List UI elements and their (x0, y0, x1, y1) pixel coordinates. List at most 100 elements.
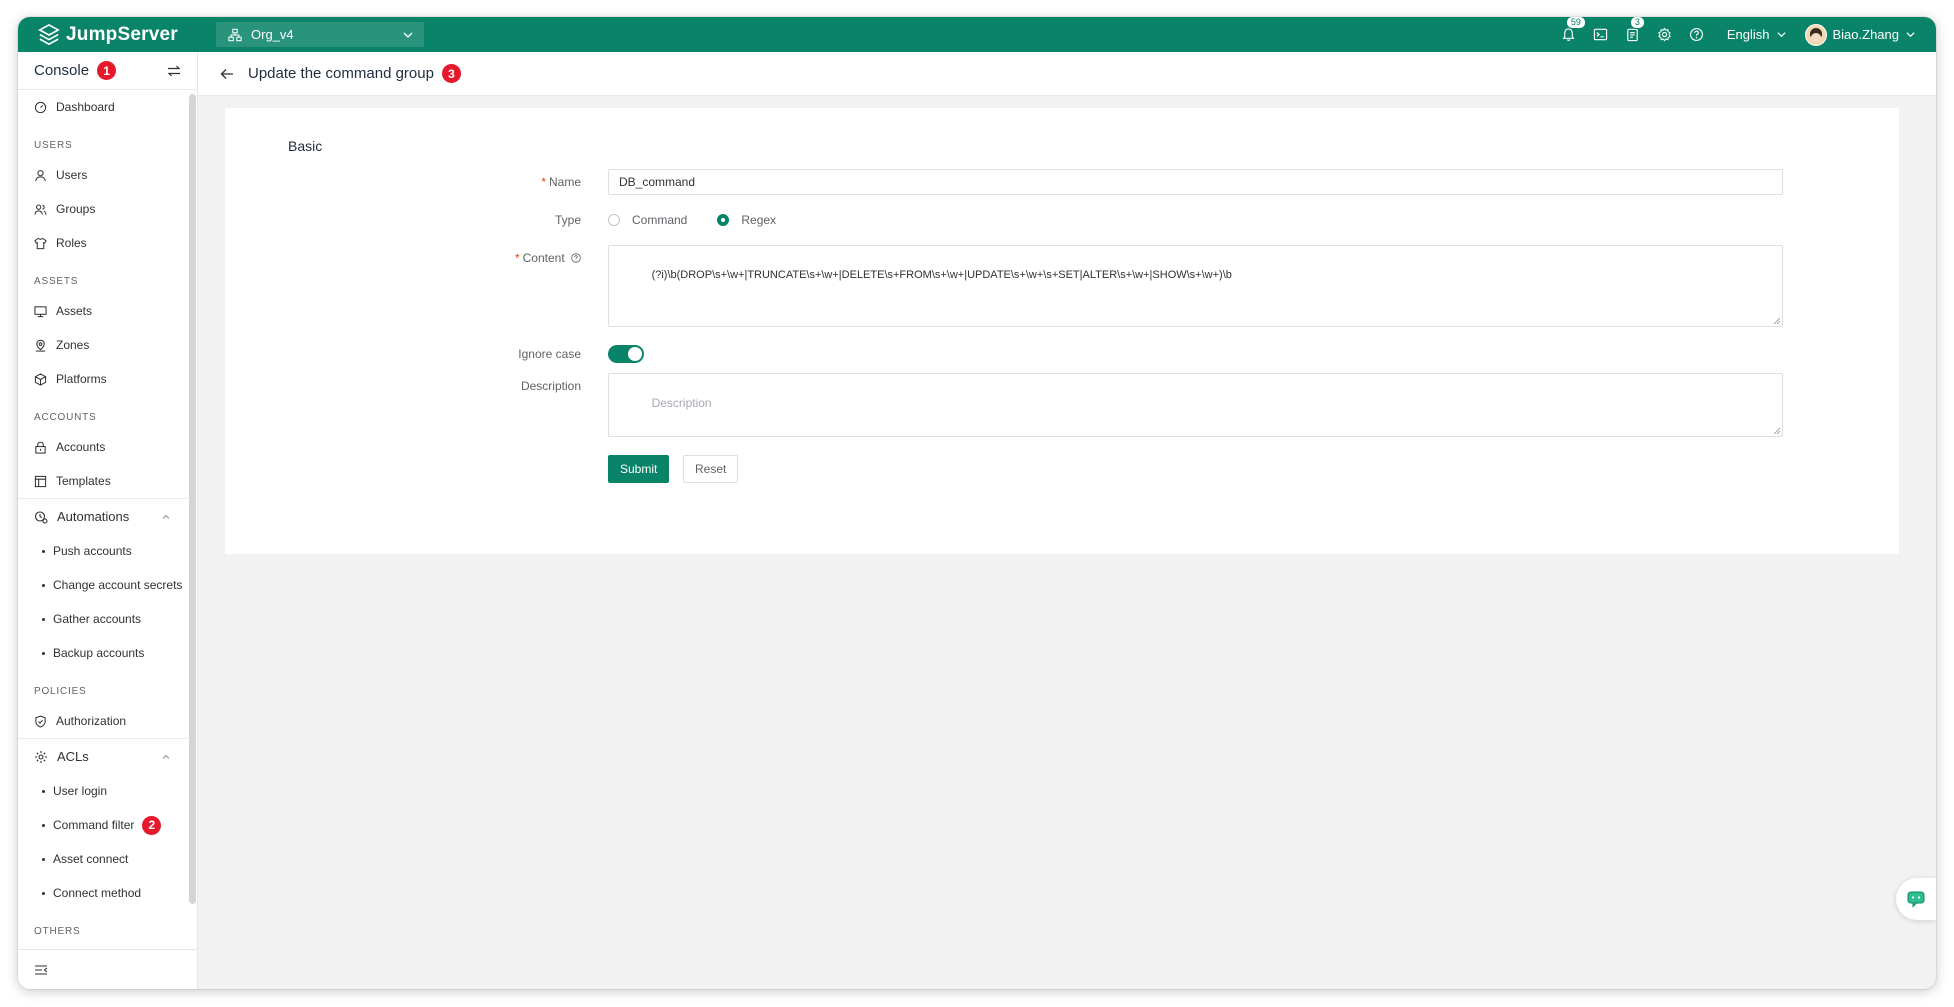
sidebar-item-change-secrets[interactable]: Change account secrets (18, 568, 197, 602)
collapse-menu-icon[interactable] (34, 963, 48, 977)
sidebar-item-assets[interactable]: Assets (18, 294, 197, 328)
required-marker: * (541, 175, 546, 189)
sidebar-item-accounts[interactable]: Accounts (18, 430, 197, 464)
user-icon (35, 169, 46, 181)
step-badge-3: 3 (441, 64, 461, 83)
chevron-down-icon (1906, 32, 1915, 38)
sidebar-item-roles[interactable]: Roles (18, 226, 197, 260)
page-title: Update the command group (248, 65, 434, 82)
name-input[interactable] (608, 169, 1783, 195)
help-icon[interactable] (571, 253, 581, 263)
sidebar-item-zones[interactable]: Zones (18, 328, 197, 362)
sidebar-menu: Dashboard USERS Users Groups Roles ASSET… (18, 90, 197, 949)
ignore-case-switch[interactable] (608, 345, 644, 363)
resize-handle-icon[interactable] (1773, 317, 1781, 325)
sidebar-item-dashboard[interactable]: Dashboard (18, 90, 197, 124)
sidebar-footer (18, 949, 197, 989)
org-selector[interactable]: Org_v4 (216, 22, 424, 47)
sidebar-item-connect-method[interactable]: Connect method (18, 876, 197, 910)
help-button[interactable] (1688, 26, 1706, 44)
step-badge-1: 1 (97, 61, 117, 80)
clipboard-icon (1627, 28, 1639, 42)
app-name: JumpServer (66, 23, 178, 45)
username: Biao.Zhang (1832, 27, 1900, 42)
chevron-down-icon (1776, 32, 1786, 38)
sidebar-item-groups[interactable]: Groups (18, 192, 197, 226)
chat-assistant-button[interactable] (1896, 878, 1936, 920)
notifications-button[interactable]: 59 (1560, 17, 1586, 44)
sidebar-item-authorization[interactable]: Authorization (18, 704, 197, 738)
location-icon (35, 339, 46, 352)
switch-view-icon[interactable] (166, 63, 182, 79)
name-row: * Name (225, 169, 1899, 195)
org-name: Org_v4 (251, 27, 294, 42)
sidebar-group-automations[interactable]: Automations (18, 498, 197, 534)
sidebar-item-templates[interactable]: Templates (18, 464, 197, 498)
required-marker: * (514, 251, 520, 265)
question-circle-icon (1690, 28, 1704, 41)
type-radio-regex[interactable]: Regex (717, 213, 776, 227)
web-terminal-button[interactable] (1592, 26, 1610, 44)
tasks-button[interactable]: 3 (1624, 17, 1645, 44)
gear-icon (1658, 27, 1672, 42)
section-heading-assets: ASSETS (34, 275, 79, 287)
jumpserver-logo-icon (38, 23, 60, 45)
section-heading-policies: POLICIES (34, 685, 87, 697)
notifications-count: 59 (1565, 17, 1586, 29)
radio-circle (608, 214, 620, 226)
content-textarea[interactable]: (?i)\b(DROP\s+\w+|TRUNCATE\s+\w+|DELETE\… (608, 245, 1783, 327)
description-textarea[interactable]: Description (608, 373, 1783, 437)
type-radio-command[interactable]: Command (608, 213, 687, 227)
chevron-down-icon (403, 32, 413, 38)
description-label: Description (520, 379, 581, 393)
sidebar-item-command-filter[interactable]: Command filter 2 (18, 808, 197, 842)
sidebar-item-backup-accounts[interactable]: Backup accounts (18, 636, 197, 670)
radio-circle-checked (717, 214, 730, 226)
language-selector[interactable]: English (1727, 27, 1787, 42)
sidebar-item-users[interactable]: Users (18, 158, 197, 192)
chat-bubble-icon (1907, 891, 1925, 908)
content-label: Content (522, 251, 565, 265)
sidebar-item-platforms[interactable]: Platforms (18, 362, 197, 396)
app-window: JumpServer Org_v4 59 3 English Biao.Zhan… (18, 17, 1936, 989)
form-card: Basic *Name Type Command Regex (225, 108, 1899, 554)
terminal-icon (1594, 28, 1608, 41)
resize-handle-icon[interactable] (1773, 427, 1781, 435)
type-radio-group: Command Regex (608, 207, 1783, 233)
reset-button[interactable]: Reset (682, 455, 739, 483)
back-arrow-icon[interactable] (220, 67, 234, 81)
organization-icon (228, 28, 242, 41)
sidebar-scrollbar[interactable] (189, 94, 196, 904)
settings-button[interactable] (1656, 26, 1674, 44)
dashboard-icon (34, 101, 47, 113)
section-title-basic: Basic (288, 138, 323, 154)
user-group-icon (34, 204, 47, 215)
bell-icon (1562, 28, 1575, 41)
sidebar: Console 1 Dashboard USERS Users Groups R… (18, 52, 198, 989)
shield-icon (35, 715, 46, 728)
type-row: Type Command Regex (225, 207, 1899, 233)
ignore-case-label: Ignore case (518, 347, 581, 361)
section-heading-accounts: ACCOUNTS (34, 411, 97, 423)
content-row: * Content (?i)\b(DROP\s+\w+|TRUNCATE\s+\w… (225, 245, 1899, 327)
sidebar-item-asset-connect[interactable]: Asset connect (18, 842, 197, 876)
sidebar-item-user-login[interactable]: User login (18, 774, 197, 808)
submit-button[interactable]: Submit (608, 455, 670, 483)
automation-icon (34, 510, 48, 524)
language-label: English (1726, 27, 1770, 42)
console-title: Console (34, 62, 90, 79)
user-menu[interactable]: Biao.Zhang (1804, 23, 1917, 46)
chevron-up-icon (162, 514, 170, 519)
monitor-icon (34, 305, 47, 317)
top-navbar: JumpServer Org_v4 59 3 English Biao.Zhan… (18, 17, 1936, 52)
shirt-icon (34, 237, 47, 249)
content-value: (?i)\b(DROP\s+\w+|TRUNCATE\s+\w+|DELETE\… (651, 269, 1232, 281)
section-heading-others: OTHERS (34, 925, 81, 937)
cube-icon (34, 372, 47, 386)
logo[interactable]: JumpServer (38, 23, 206, 46)
sidebar-item-gather-accounts[interactable]: Gather accounts (18, 602, 197, 636)
sidebar-group-acls[interactable]: ACLs (18, 738, 197, 774)
sidebar-item-push-accounts[interactable]: Push accounts (18, 534, 197, 568)
actions-row: Submit Reset (225, 455, 1899, 483)
ignore-case-row: Ignore case (225, 341, 1899, 367)
